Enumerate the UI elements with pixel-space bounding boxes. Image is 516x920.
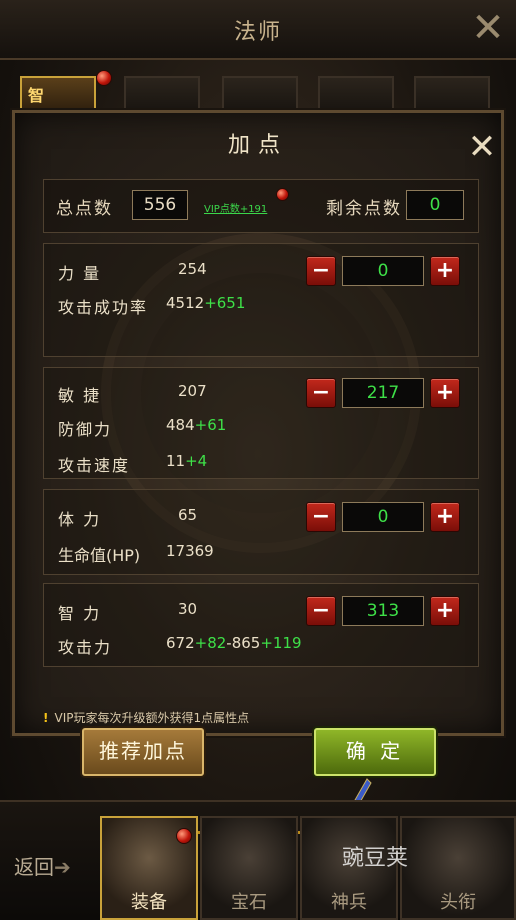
minus-button[interactable]: − [306,596,336,626]
exclamation-icon: ! [43,711,49,725]
minus-button[interactable]: − [306,256,336,286]
total-points-label: 总点数 [56,199,113,219]
tab-title[interactable]: 头衔 [400,816,516,920]
close-icon[interactable]: ✕ [470,8,506,48]
confirm-button[interactable]: 确 定 [314,728,436,776]
vip-tip: ! VIP玩家每次升级额外获得1点属性点 [43,709,249,726]
tip-text: VIP玩家每次升级额外获得1点属性点 [54,711,250,725]
stat-value: 207 [178,382,207,400]
hero-tab-label: 智 [28,86,45,105]
stat-label: 智 力 [58,604,102,623]
tab-label: 头衔 [440,892,476,913]
stat-value: 65 [178,506,198,524]
allocated-value[interactable]: 0 [342,502,424,532]
stat-label: 力 量 [58,264,102,283]
stamina-stepper: − 0 + [306,502,462,532]
stat-stamina-box: 体 力 65 − 0 + 生命值(HP) 17369 [43,489,479,575]
derived-value: 672+82-865+119 [166,634,302,652]
derived-value: 17369 [166,542,214,560]
plus-button[interactable]: + [430,256,460,286]
allocated-value[interactable]: 313 [342,596,424,626]
class-title: 法师 [233,20,282,45]
stat-label: 体 力 [58,510,102,529]
stat-value: 30 [178,600,198,618]
dialog-title: 加点 [227,133,288,158]
minus-button[interactable]: − [306,378,336,408]
derived-label: 攻击成功率 [58,298,149,317]
remaining-points-value: 0 [406,190,464,220]
stat-label: 敏 捷 [58,386,102,405]
derived-label: 攻击力 [58,638,113,657]
tab-label: 神兵 [331,892,367,913]
tab-label: 装备 [131,892,167,913]
stat-intelligence-box: 智 力 30 − 313 + 攻击力 672+82-865+119 [43,583,479,667]
remaining-points-label: 剩余点数 [326,199,402,219]
plus-button[interactable]: + [430,596,460,626]
allocated-value[interactable]: 217 [342,378,424,408]
allocated-value[interactable]: 0 [342,256,424,286]
stat-strength-box: 力 量 254 − 0 + 攻击成功率 4512+651 [43,243,479,357]
intelligence-stepper: − 313 + [306,596,462,626]
tab-label: 宝石 [231,892,267,913]
derived-value: 11+4 [166,452,208,470]
stat-agility-box: 敏 捷 207 − 217 + 防御力 484+61 攻击速度 11+4 [43,367,479,479]
recommend-points-button[interactable]: 推荐加点 [82,728,204,776]
derived-value: 484+61 [166,416,227,434]
add-points-dialog: 加点 ✕ 总点数 556 VIP点数+191 剩余点数 0 力 量 254 − … [12,110,504,822]
game-screen: 法师 ✕ 智 加点 ✕ 总点数 556 VIP点数+191 剩余点数 0 力 量… [0,0,516,920]
derived-value: 4512+651 [166,294,246,312]
derived-label: 防御力 [58,420,113,439]
close-icon[interactable]: ✕ [467,130,497,164]
plus-button[interactable]: + [430,378,460,408]
minus-button[interactable]: − [306,502,336,532]
watermark: 豌豆荚 [342,846,409,871]
return-button[interactable]: 返回➔ [14,850,92,884]
plus-button[interactable]: + [430,502,460,532]
arrow-right-icon: ➔ [54,855,71,879]
tab-gems[interactable]: 宝石 [200,816,298,920]
total-points-value: 556 [132,190,188,220]
notification-dot-icon [276,188,289,201]
derived-label: 生命值(HP) [58,546,141,565]
return-label: 返回 [14,855,54,879]
stat-value: 254 [178,260,207,278]
tab-equipment[interactable]: 装备 [100,816,198,920]
strength-stepper: − 0 + [306,256,462,286]
vip-points-link[interactable]: VIP点数+191 [204,200,267,215]
notification-dot-icon [176,828,192,844]
top-bar: 法师 ✕ [0,0,516,60]
agility-stepper: − 217 + [306,378,462,408]
derived-label: 攻击速度 [58,456,131,475]
notification-dot-icon [96,70,112,86]
points-summary: 总点数 556 VIP点数+191 剩余点数 0 [43,179,479,233]
